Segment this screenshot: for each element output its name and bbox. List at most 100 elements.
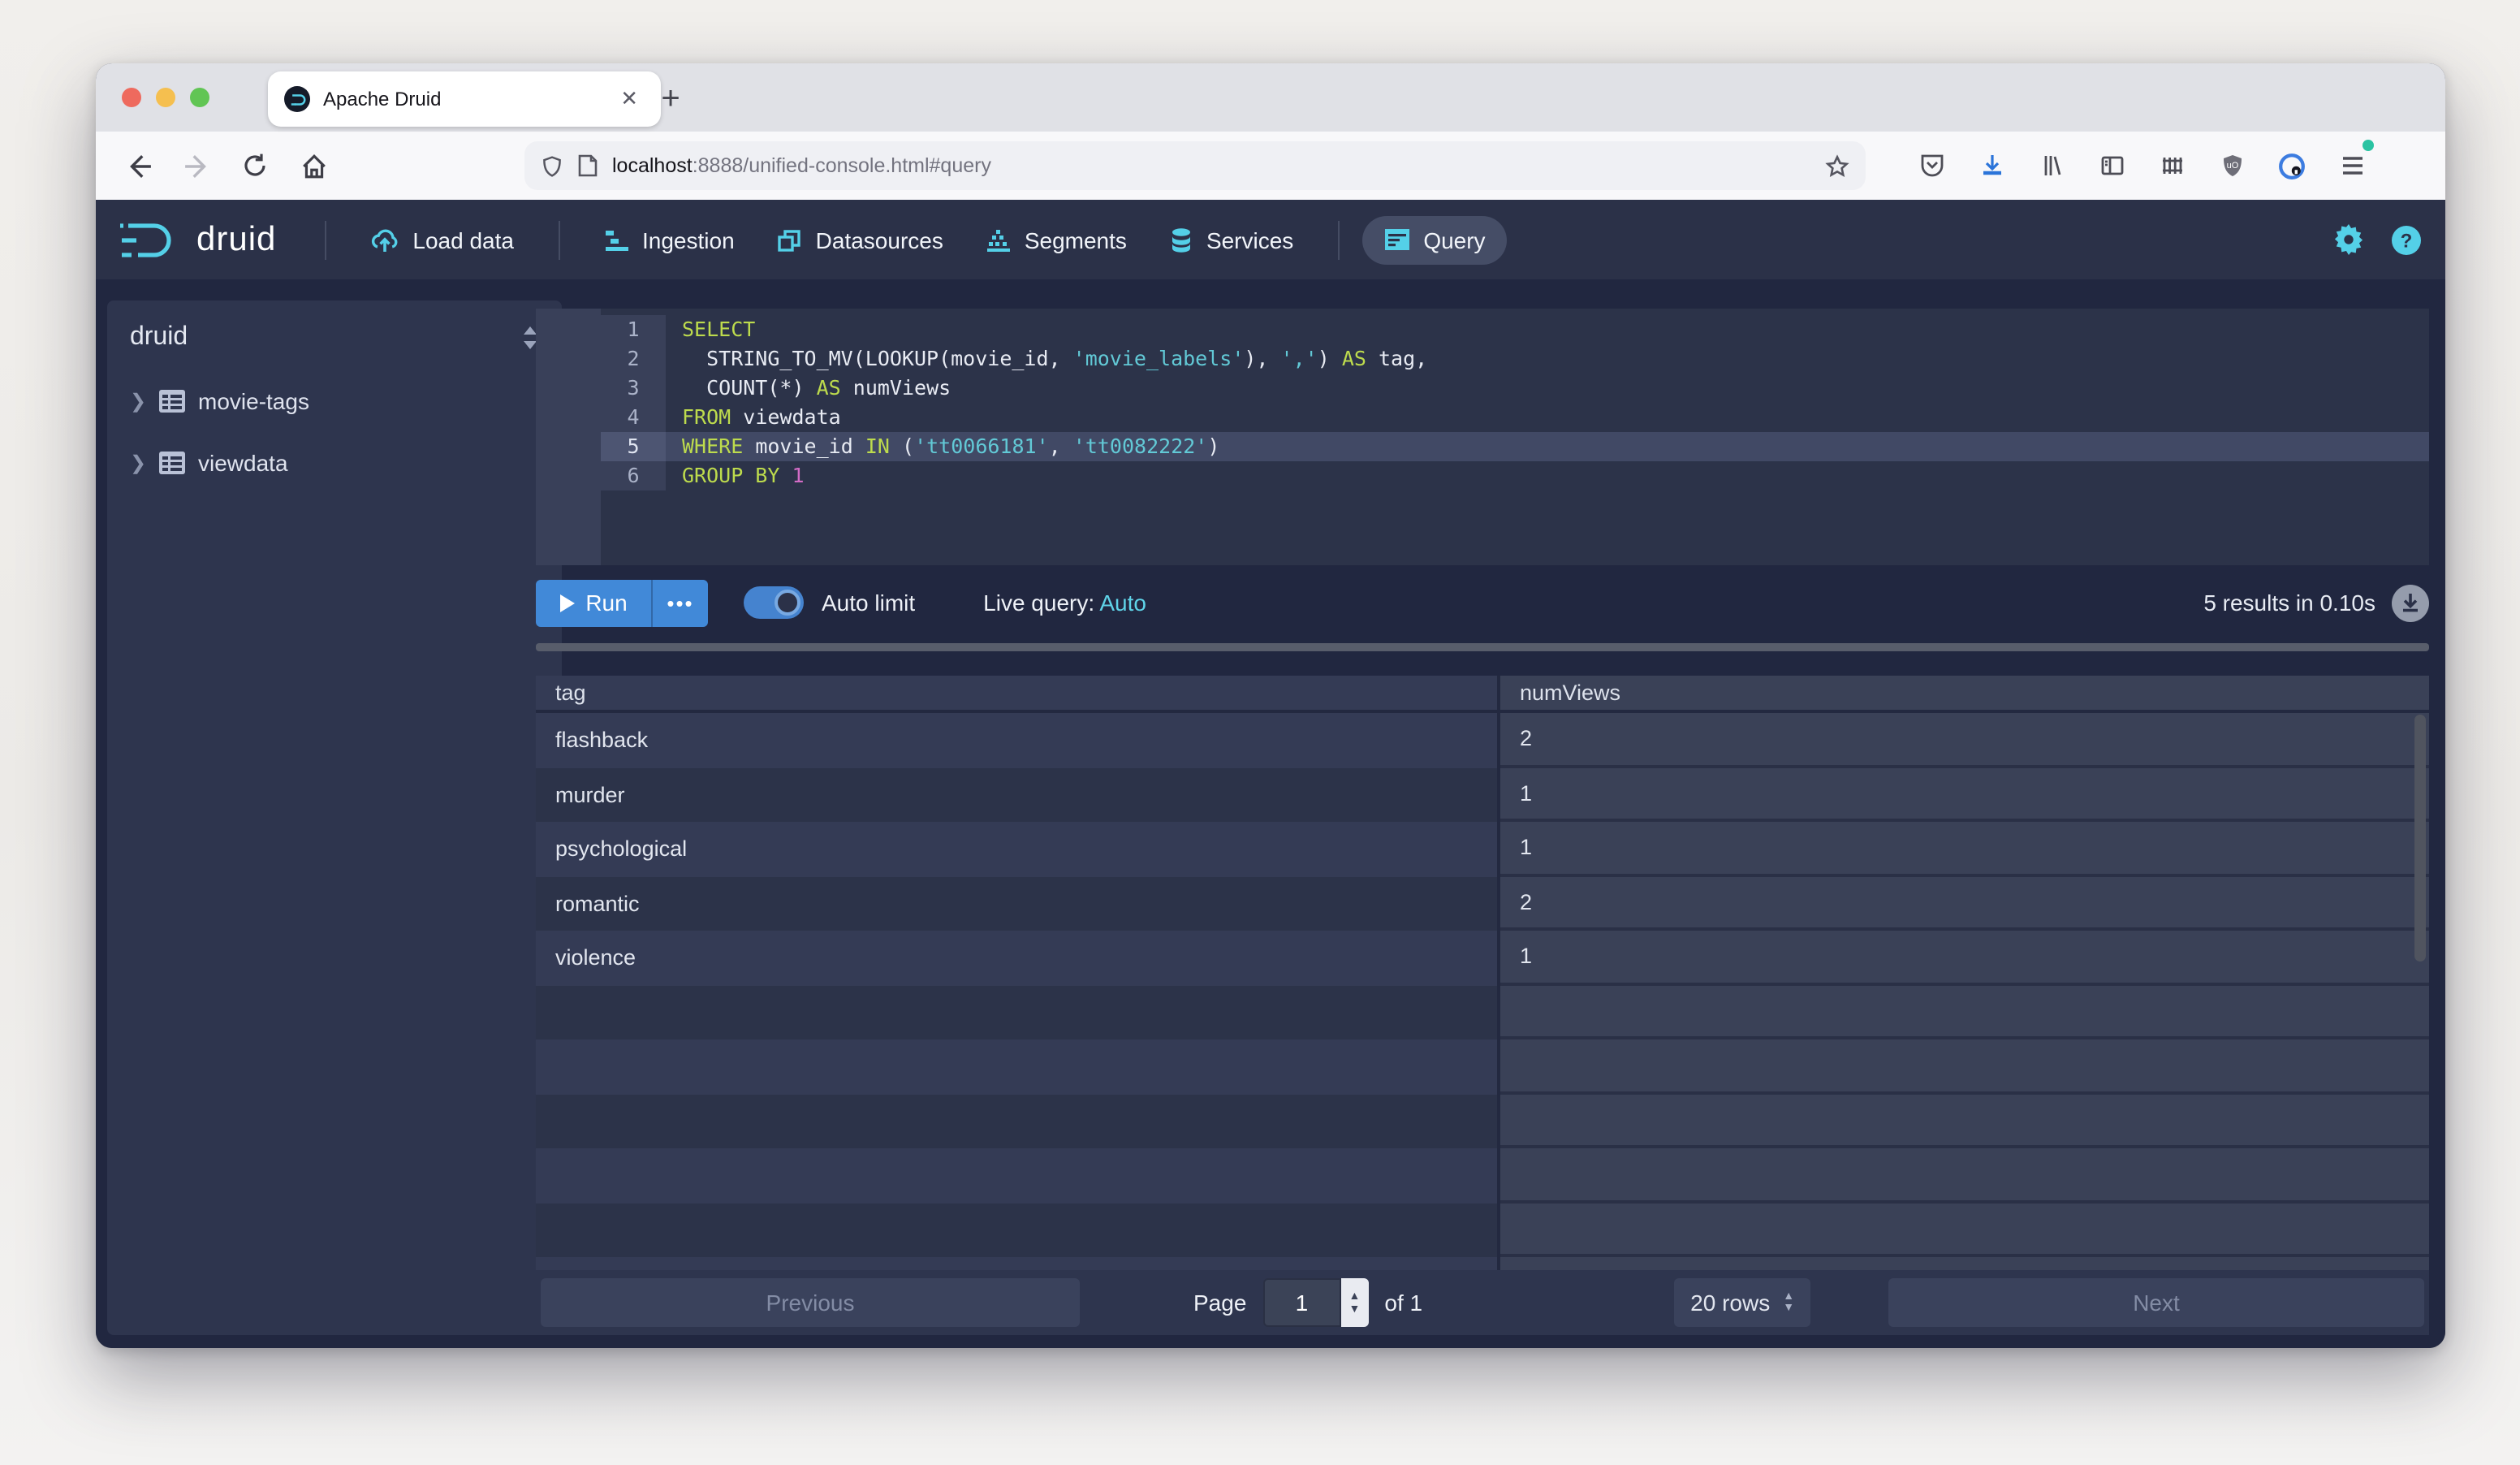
page-info-icon[interactable]	[578, 154, 598, 177]
table-name: viewdata	[198, 450, 288, 476]
toolbar-extensions: uO	[1901, 141, 2382, 190]
menu-notification-dot	[2362, 140, 2373, 151]
settings-gear-icon[interactable]	[2333, 224, 2364, 255]
rows-per-page-select[interactable]: 20 rows ▲▼	[1674, 1278, 1810, 1327]
live-query-mode-link[interactable]: Auto	[1099, 590, 1146, 616]
nav-datasources[interactable]: Datasources	[756, 215, 964, 264]
cell-tag[interactable]: flashback	[536, 713, 1500, 767]
nav-query[interactable]: Query	[1361, 215, 1506, 264]
cell-tag	[536, 1257, 1500, 1270]
window-controls	[122, 88, 209, 107]
druid-navbar: druid Load data Ingestion Datasou	[96, 200, 2445, 279]
minimize-window-button[interactable]	[156, 88, 175, 107]
previous-page-button[interactable]: Previous	[541, 1278, 1080, 1327]
datasources-icon	[777, 227, 803, 253]
tab-close-icon[interactable]: ✕	[614, 83, 645, 115]
new-tab-button[interactable]: +	[648, 76, 693, 122]
cell-tag[interactable]: psychological	[536, 822, 1500, 876]
code-line[interactable]: 2 STRING_TO_MV(LOOKUP(movie_id, 'movie_l…	[601, 344, 2429, 374]
sql-editor[interactable]: 1SELECT2 STRING_TO_MV(LOOKUP(movie_id, '…	[536, 309, 2429, 565]
table-scrollbar-thumb[interactable]	[2414, 715, 2426, 962]
chevron-right-icon[interactable]: ❯	[130, 452, 146, 474]
nav-label: Segments	[1025, 227, 1127, 253]
brand-name: druid	[196, 220, 276, 259]
pane-resizer[interactable]	[536, 643, 2429, 651]
nav-label: Datasources	[816, 227, 943, 253]
next-page-button[interactable]: Next	[1888, 1278, 2424, 1327]
cell-numviews	[1500, 1257, 2429, 1270]
code-line[interactable]: 1SELECT	[601, 315, 2429, 344]
table-filler-row	[536, 1039, 2429, 1094]
results-summary: 5 results in 0.10s	[2203, 584, 2429, 621]
cell-tag[interactable]: romantic	[536, 876, 1500, 931]
pocket-icon[interactable]	[1907, 141, 1956, 190]
home-icon[interactable]	[289, 141, 338, 190]
url-bar[interactable]: localhost:8888/unified-console.html#quer…	[524, 141, 1866, 190]
code-line[interactable]: 6GROUP BY 1	[601, 461, 2429, 490]
downloads-icon[interactable]	[1967, 141, 2016, 190]
auto-limit-toggle[interactable]	[744, 586, 804, 619]
cell-tag[interactable]: violence	[536, 931, 1500, 985]
nav-load-data[interactable]: Load data	[349, 215, 535, 264]
containers-icon[interactable]	[2147, 141, 2196, 190]
run-more-button[interactable]: •••	[651, 579, 708, 626]
sidebar-table-movie-tags[interactable]: ❯ movie-tags	[130, 388, 539, 414]
code-line[interactable]: 5WHERE movie_id IN ('tt0066181', 'tt0082…	[601, 432, 2429, 461]
nav-services[interactable]: Services	[1148, 215, 1314, 264]
bookmark-star-icon[interactable]	[1825, 153, 1849, 178]
line-number: 6	[601, 461, 666, 490]
table-row: psychological1	[536, 822, 2429, 876]
page-number-input[interactable]: 1	[1262, 1278, 1340, 1327]
reload-icon[interactable]	[231, 141, 279, 190]
cell-numviews[interactable]: 2	[1500, 713, 2429, 767]
download-results-icon[interactable]	[2392, 584, 2429, 621]
druid-logo: druid	[119, 218, 276, 261]
desktop: Apache Druid ✕ +	[0, 0, 2520, 1465]
maximize-window-button[interactable]	[190, 88, 209, 107]
table-row: violence1	[536, 931, 2429, 985]
sidebar-table-viewdata[interactable]: ❯ viewdata	[130, 450, 539, 476]
library-icon[interactable]	[2027, 141, 2076, 190]
svg-text:?: ?	[2401, 230, 2413, 252]
cell-numviews	[1500, 985, 2429, 1039]
cell-numviews[interactable]: 1	[1500, 931, 2429, 985]
ublock-origin-icon[interactable]: uO	[2207, 141, 2256, 190]
cell-numviews[interactable]: 1	[1500, 767, 2429, 822]
results-table: tagnumViews flashback2murder1psychologic…	[536, 676, 2429, 1270]
code-line[interactable]: 4FROM viewdata	[601, 403, 2429, 432]
cell-numviews[interactable]: 2	[1500, 876, 2429, 931]
close-window-button[interactable]	[122, 88, 141, 107]
code-line[interactable]: 3 COUNT(*) AS numViews	[601, 374, 2429, 403]
help-icon[interactable]: ?	[2390, 223, 2423, 256]
editor-code[interactable]: 1SELECT2 STRING_TO_MV(LOOKUP(movie_id, '…	[601, 309, 2429, 565]
query-console-icon	[1383, 227, 1410, 252]
app-menu-icon[interactable]	[2328, 141, 2376, 190]
druid-favicon	[284, 86, 310, 112]
services-icon	[1169, 227, 1193, 253]
chevron-right-icon[interactable]: ❯	[130, 390, 146, 413]
nav-ingestion[interactable]: Ingestion	[582, 215, 756, 264]
table-name: movie-tags	[198, 388, 309, 414]
back-icon[interactable]	[114, 141, 162, 190]
run-label: Run	[585, 590, 627, 616]
table-icon	[159, 390, 185, 413]
shield-permissions-icon[interactable]	[541, 153, 563, 178]
cell-tag[interactable]: murder	[536, 767, 1500, 822]
nav-segments[interactable]: Segments	[964, 215, 1148, 264]
column-header-tag[interactable]: tag	[536, 676, 1500, 713]
schema-name: druid	[130, 323, 188, 352]
browser-tab[interactable]: Apache Druid ✕	[268, 71, 661, 127]
run-button[interactable]: Run	[536, 579, 651, 626]
table-filler-row	[536, 1148, 2429, 1203]
query-main: 1SELECT2 STRING_TO_MV(LOOKUP(movie_id, '…	[536, 279, 2429, 1348]
cell-numviews[interactable]: 1	[1500, 822, 2429, 876]
cloud-upload-icon	[370, 227, 399, 253]
onepassword-icon[interactable]	[2268, 141, 2316, 190]
code-text: SELECT	[666, 315, 2429, 344]
page-spinner[interactable]: ▲▼	[1340, 1278, 1368, 1327]
toggle-knob	[775, 590, 800, 616]
table-icon	[159, 452, 185, 474]
sidebar-toggle-icon[interactable]	[2087, 141, 2136, 190]
column-header-numviews[interactable]: numViews	[1500, 676, 2429, 713]
forward-icon[interactable]	[172, 141, 221, 190]
